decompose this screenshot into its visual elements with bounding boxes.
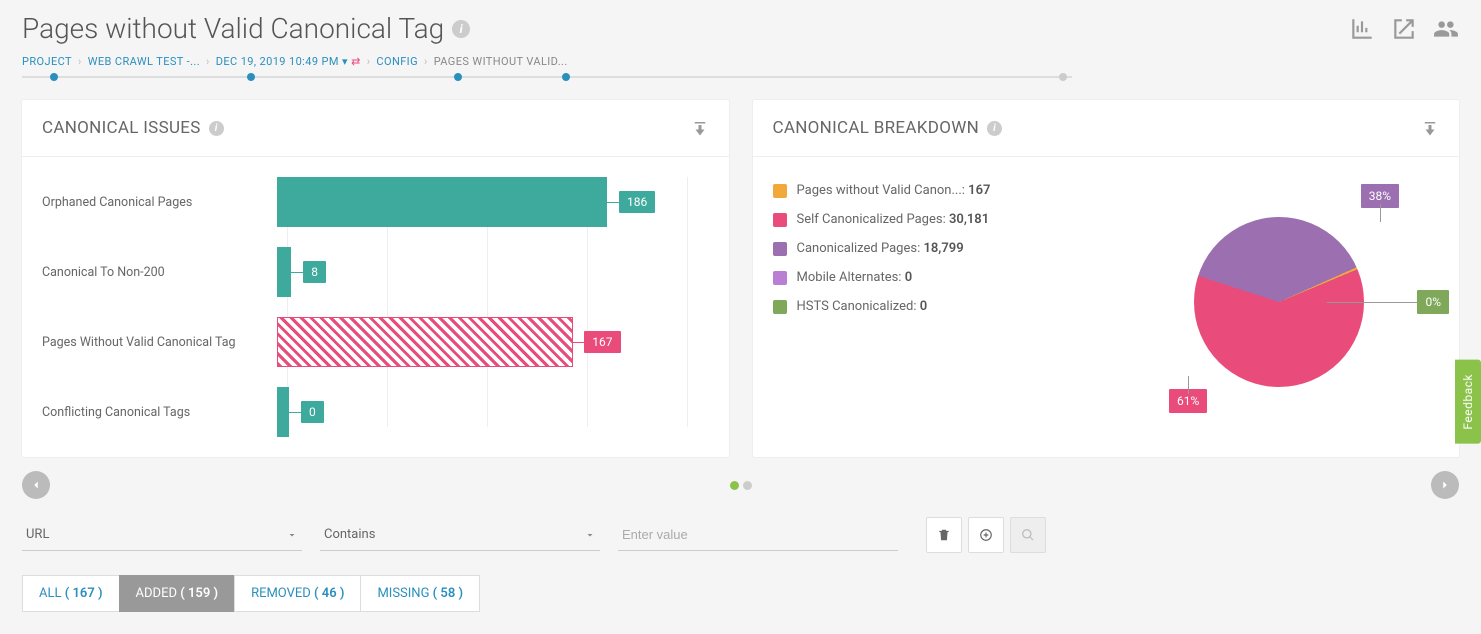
chevron-right-icon: › [367, 55, 371, 68]
tab-missing[interactable]: MISSING ( 58 ) [360, 575, 480, 612]
prev-button[interactable] [22, 471, 50, 499]
breadcrumb-date[interactable]: DEC 19, 2019 10:49 PM ▾ ⇄ [216, 55, 361, 68]
page-title: Pages without Valid Canonical Tag i [22, 12, 470, 45]
users-icon[interactable] [1433, 16, 1459, 42]
bar-value: 186 [619, 191, 655, 213]
bar-value: 8 [303, 261, 326, 283]
chevron-down-icon [584, 529, 596, 541]
filter-value-input[interactable] [618, 519, 898, 551]
breadcrumb: PROJECT › WEB CRAWL TEST -... › DEC 19, … [22, 55, 1459, 78]
bar-row[interactable]: Pages Without Valid Canonical Tag 167 [42, 317, 679, 367]
tab-all[interactable]: ALL ( 167 ) [22, 575, 120, 612]
legend-item[interactable]: Canonicalized Pages: 18,799 [773, 241, 1120, 256]
filter-field-select[interactable]: URL [22, 519, 302, 551]
download-icon[interactable] [691, 119, 709, 137]
legend-label: Pages without Valid Canon...: 167 [797, 183, 991, 198]
legend-label: Self Canonicalized Pages: 30,181 [797, 212, 990, 227]
bar-label: Orphaned Canonical Pages [42, 195, 277, 210]
bar-value: 167 [584, 331, 620, 353]
delete-filter-button[interactable] [926, 517, 962, 553]
chevron-right-icon: › [424, 55, 428, 68]
bar-label: Canonical To Non-200 [42, 265, 277, 280]
legend-swatch [773, 300, 787, 314]
chevron-right-icon: › [206, 55, 210, 68]
info-icon[interactable]: i [209, 121, 224, 136]
breadcrumb-current: PAGES WITHOUT VALID... [434, 55, 568, 68]
share-icon[interactable] [1391, 16, 1417, 42]
tab-removed[interactable]: REMOVED ( 46 ) [234, 575, 361, 612]
breadcrumb-config[interactable]: CONFIG [376, 55, 418, 68]
add-filter-button[interactable] [968, 517, 1004, 553]
bar-label: Conflicting Canonical Tags [42, 405, 277, 420]
legend-item[interactable]: Mobile Alternates: 0 [773, 270, 1120, 285]
legend-swatch [773, 271, 787, 285]
pager-dots[interactable] [730, 481, 752, 490]
breadcrumb-crawl[interactable]: WEB CRAWL TEST -... [88, 55, 200, 68]
tab-added[interactable]: ADDED ( 159 ) [119, 575, 236, 612]
next-button[interactable] [1431, 471, 1459, 499]
info-icon[interactable]: i [452, 20, 470, 38]
chart-icon[interactable] [1349, 16, 1375, 42]
download-icon[interactable] [1421, 119, 1439, 137]
panel-canonical-breakdown: CANONICAL BREAKDOWN i Pages without Vali… [753, 100, 1460, 457]
legend-item[interactable]: HSTS Canonicalized: 0 [773, 299, 1120, 314]
legend-swatch [773, 242, 787, 256]
panel-canonical-issues: CANONICAL ISSUES i Orphaned Canonical Pa… [22, 100, 729, 457]
search-button[interactable] [1010, 517, 1046, 553]
legend-label: Mobile Alternates: 0 [797, 270, 913, 285]
legend-item[interactable]: Pages without Valid Canon...: 167 [773, 183, 1120, 198]
filter-operator-select[interactable]: Contains [320, 519, 600, 551]
bar-value: 0 [301, 401, 324, 423]
chevron-down-icon [286, 529, 298, 541]
compare-icon[interactable]: ⇄ [351, 55, 361, 68]
legend-item[interactable]: Self Canonicalized Pages: 30,181 [773, 212, 1120, 227]
legend-swatch [773, 184, 787, 198]
legend-swatch [773, 213, 787, 227]
info-icon[interactable]: i [987, 121, 1002, 136]
pie-label-0pct: 0% [1417, 290, 1449, 314]
bar-row[interactable]: Orphaned Canonical Pages 186 [42, 177, 679, 227]
breadcrumb-project[interactable]: PROJECT [22, 55, 72, 68]
chevron-right-icon: › [78, 55, 82, 68]
bar-row[interactable]: Canonical To Non-200 8 [42, 247, 679, 297]
legend-label: HSTS Canonicalized: 0 [797, 299, 928, 314]
feedback-tab[interactable]: Feedback [1455, 360, 1481, 444]
bar-row[interactable]: Conflicting Canonical Tags 0 [42, 387, 679, 437]
bar-label: Pages Without Valid Canonical Tag [42, 335, 277, 350]
legend-label: Canonicalized Pages: 18,799 [797, 241, 964, 256]
